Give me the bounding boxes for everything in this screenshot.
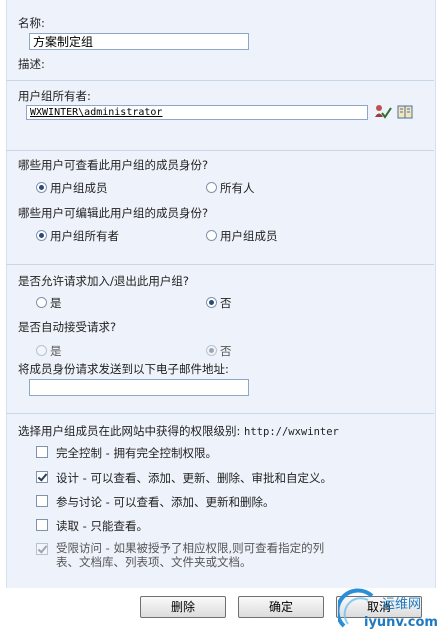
- description-label: 描述:: [18, 57, 45, 71]
- owner-value: WXWINTER\administrator: [30, 107, 163, 118]
- allow-option-label: 是: [50, 296, 62, 310]
- section-divider: [6, 150, 434, 151]
- edit-radio-group-owner[interactable]: [36, 230, 47, 241]
- auto-accept-option-label: 是: [50, 344, 62, 358]
- owner-people-picker[interactable]: WXWINTER\administrator: [26, 105, 368, 120]
- allow-requests-yes-radio[interactable]: [36, 297, 47, 308]
- name-input[interactable]: [29, 33, 249, 50]
- permissions-label: 选择用户组成员在此网站中获得的权限级别: http://wxwinter: [18, 424, 339, 438]
- check-names-icon[interactable]: [374, 104, 392, 120]
- name-label: 名称:: [18, 16, 45, 30]
- email-label: 将成员身份请求发送到以下电子邮件地址:: [18, 362, 229, 376]
- view-radio-group-members[interactable]: [36, 182, 47, 193]
- site-url: http://wxwinter: [244, 426, 339, 438]
- auto-accept-yes-radio[interactable]: [36, 345, 47, 356]
- edit-radio-group-members[interactable]: [206, 230, 217, 241]
- view-radio-everyone[interactable]: [206, 182, 217, 193]
- permission-contribute-checkbox[interactable]: [36, 495, 48, 507]
- section-divider: [6, 264, 434, 265]
- watermark-title: 运维网: [382, 597, 421, 612]
- owner-label: 用户组所有者:: [18, 89, 91, 103]
- permission-label: 设计 - 可以查看、添加、更新、删除、审批和自定义。: [56, 471, 332, 485]
- permission-limited-access-checkbox[interactable]: [36, 543, 48, 555]
- permission-design-checkbox[interactable]: [36, 471, 48, 483]
- permission-label: 读取 - 只能查看。: [56, 519, 148, 533]
- permission-full-control-checkbox[interactable]: [36, 446, 48, 458]
- permission-label: 完全控制 - 拥有完全控制权限。: [56, 446, 217, 460]
- allow-option-label: 否: [220, 296, 232, 310]
- permission-read-checkbox[interactable]: [36, 519, 48, 531]
- section-divider: [6, 80, 434, 81]
- edit-option-label: 用户组成员: [220, 229, 278, 243]
- permission-label: 参与讨论 - 可以查看、添加、更新和删除。: [56, 495, 275, 509]
- allow-requests-no-radio[interactable]: [206, 297, 217, 308]
- permission-label-continued: 表、文档库、列表项、文件夹或文档。: [56, 555, 252, 569]
- allow-requests-question: 是否允许请求加入/退出此用户组?: [18, 274, 189, 288]
- edit-membership-question: 哪些用户可编辑此用户组的成员身份?: [18, 206, 209, 220]
- delete-button[interactable]: 删除: [140, 596, 226, 618]
- section-divider: [6, 413, 434, 414]
- auto-accept-question: 是否自动接受请求?: [18, 320, 117, 334]
- address-book-icon[interactable]: [397, 105, 413, 119]
- view-option-label: 所有人: [220, 181, 255, 195]
- auto-accept-option-label: 否: [220, 344, 232, 358]
- view-membership-question: 哪些用户可查看此用户组的成员身份?: [18, 158, 209, 172]
- auto-accept-no-radio[interactable]: [206, 345, 217, 356]
- view-option-label: 用户组成员: [50, 181, 108, 195]
- site-watermark-logo: 运维网 iyunv.com: [338, 588, 438, 630]
- ok-button[interactable]: 确定: [238, 596, 324, 618]
- email-input[interactable]: [29, 379, 249, 396]
- edit-option-label: 用户组所有者: [50, 229, 119, 243]
- watermark-domain: iyunv.com: [364, 615, 438, 630]
